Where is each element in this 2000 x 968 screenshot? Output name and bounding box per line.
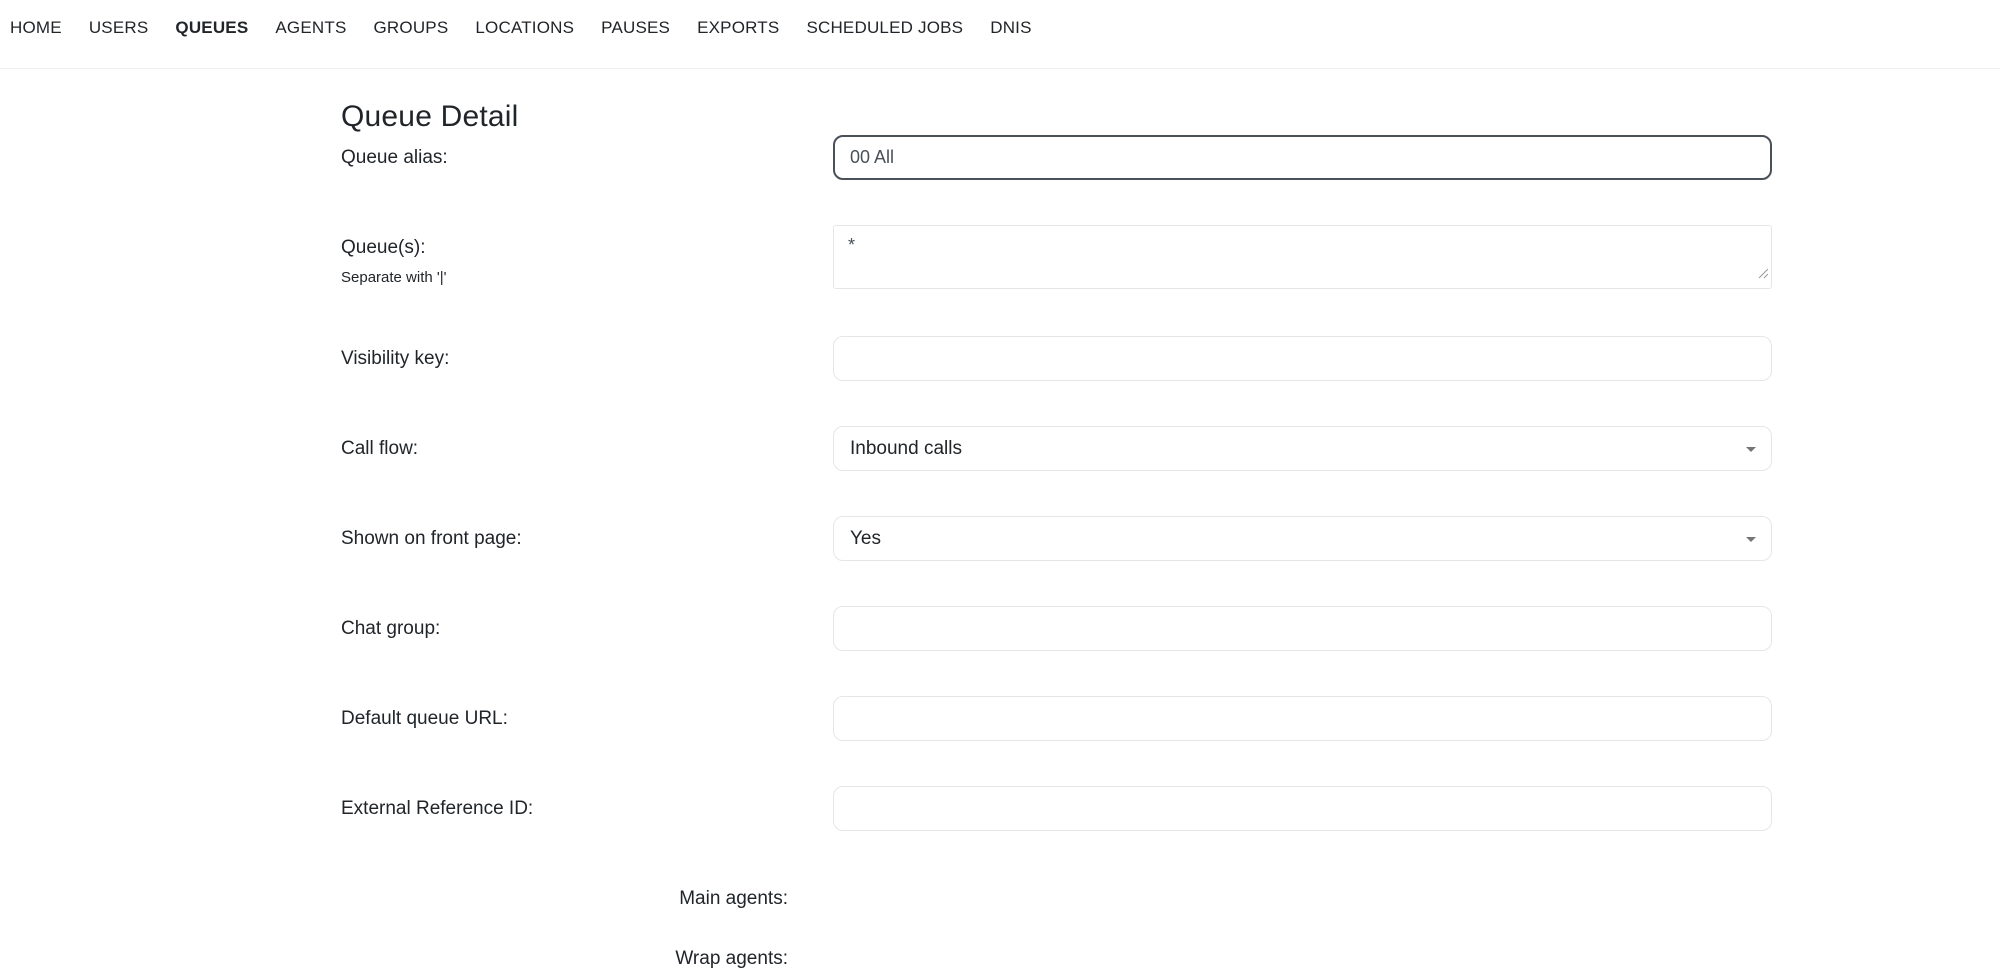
form-row-shown-on-front-page: Shown on front page: Yes (341, 516, 2000, 561)
form-row-queues: Queue(s): Separate with '|' * (341, 225, 2000, 289)
nav-item-home[interactable]: HOME (10, 18, 62, 38)
wrap-agents-label: Wrap agents: (341, 936, 833, 968)
call-flow-select[interactable]: Inbound calls (833, 426, 1772, 471)
chevron-down-icon (1746, 447, 1756, 452)
chevron-down-icon (1746, 537, 1756, 542)
visibility-key-input[interactable] (833, 336, 1772, 381)
page-title: Queue Detail (341, 99, 2000, 135)
chat-group-input[interactable] (833, 606, 1772, 651)
default-queue-url-input[interactable] (833, 696, 1772, 741)
queue-detail-page: Queue Detail Queue alias: Queue(s): Sepa… (0, 99, 2000, 968)
nav-item-queues[interactable]: QUEUES (175, 18, 248, 38)
form-row-chat-group: Chat group: (341, 606, 2000, 651)
external-reference-id-label: External Reference ID: (341, 786, 833, 821)
form-row-wrap-agents: Wrap agents: (341, 936, 2000, 968)
external-reference-id-input[interactable] (833, 786, 1772, 831)
nav-item-exports[interactable]: EXPORTS (697, 18, 779, 38)
form-row-default-queue-url: Default queue URL: (341, 696, 2000, 741)
nav-item-dnis[interactable]: DNIS (990, 18, 1031, 38)
nav-item-groups[interactable]: GROUPS (374, 18, 449, 38)
main-agents-label: Main agents: (341, 876, 833, 911)
form-row-main-agents: Main agents: (341, 876, 2000, 911)
queues-textarea[interactable]: * (833, 225, 1772, 289)
nav-item-scheduled-jobs[interactable]: SCHEDULED JOBS (806, 18, 963, 38)
queue-alias-input[interactable] (833, 135, 1772, 180)
shown-on-front-page-selected-value: Yes (850, 528, 881, 550)
top-nav: HOME USERS QUEUES AGENTS GROUPS LOCATION… (0, 0, 2000, 69)
form-row-queue-alias: Queue alias: (341, 135, 2000, 180)
nav-item-locations[interactable]: LOCATIONS (475, 18, 574, 38)
visibility-key-label: Visibility key: (341, 336, 833, 371)
queue-detail-form: Queue alias: Queue(s): Separate with '|'… (341, 135, 2000, 968)
form-row-external-reference-id: External Reference ID: (341, 786, 2000, 831)
default-queue-url-label: Default queue URL: (341, 696, 833, 731)
call-flow-label: Call flow: (341, 426, 833, 461)
call-flow-selected-value: Inbound calls (850, 438, 962, 460)
form-row-call-flow: Call flow: Inbound calls (341, 426, 2000, 471)
nav-item-agents[interactable]: AGENTS (275, 18, 346, 38)
nav-item-pauses[interactable]: PAUSES (601, 18, 670, 38)
shown-on-front-page-select[interactable]: Yes (833, 516, 1772, 561)
chat-group-label: Chat group: (341, 606, 833, 641)
queues-separator-note: Separate with '|' (341, 269, 833, 287)
queue-alias-label: Queue alias: (341, 135, 833, 170)
queues-label: Queue(s): (341, 236, 833, 260)
shown-on-front-page-label: Shown on front page: (341, 516, 833, 551)
form-row-visibility-key: Visibility key: (341, 336, 2000, 381)
nav-item-users[interactable]: USERS (89, 18, 149, 38)
